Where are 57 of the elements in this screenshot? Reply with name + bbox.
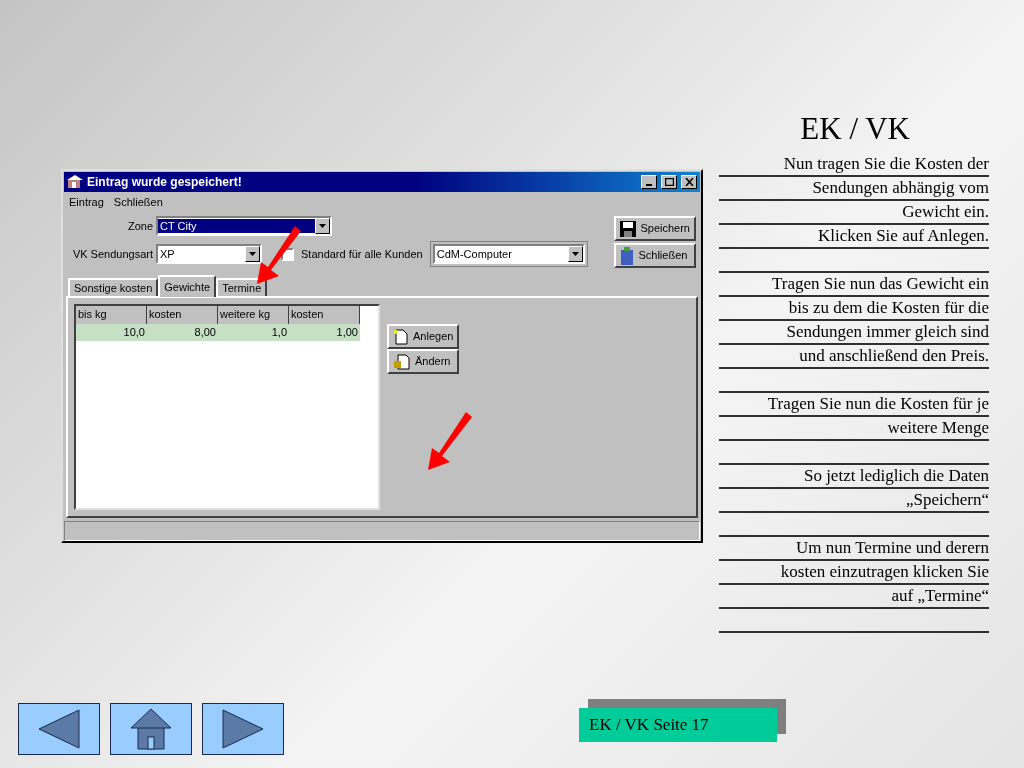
table-cell-text: 1,0 [270, 325, 288, 340]
close-button[interactable]: Schließen [614, 243, 696, 268]
instruction-line: Sendungen abhängig vom [719, 177, 989, 201]
maximize-icon[interactable] [661, 175, 677, 189]
close-icon[interactable] [681, 175, 697, 189]
window-title: Eintrag wurde gespeichert! [87, 174, 243, 191]
tab[interactable]: Sonstige kosten [68, 278, 159, 296]
field-label: VK Sendungsart [71, 246, 153, 262]
instruction-line: Tragen Sie nun das Gewicht ein [719, 273, 989, 297]
create-button[interactable]: Anlegen [387, 324, 460, 349]
edit-button[interactable]: Ändern [387, 349, 460, 374]
table-cell-text: 8,00 [193, 325, 217, 340]
instruction-line: auf „Termine“ [719, 585, 989, 609]
column-header[interactable]: kosten [289, 306, 360, 324]
table-cell-text: 1,00 [335, 325, 359, 340]
left-triangle-icon [38, 709, 80, 749]
menu-item[interactable]: Eintrag [69, 193, 104, 211]
instruction-line: Tragen Sie nun die Kosten für je [719, 393, 989, 417]
door-icon [620, 246, 635, 265]
instruction-line: Nun tragen Sie die Kosten der [719, 153, 989, 177]
next-button[interactable] [202, 703, 284, 755]
menu-item[interactable]: Schließen [113, 193, 163, 211]
right-triangle-icon [222, 709, 264, 749]
instruction-line: „Speichern“ [719, 489, 989, 513]
home-button[interactable] [110, 703, 192, 755]
instruction-line: und anschließend den Preis. [719, 345, 989, 369]
pointer-arrow [426, 410, 472, 472]
column-header[interactable]: kosten [147, 306, 218, 324]
table-cell-text: 10,0 [122, 325, 146, 340]
checkbox-label: Standard für alle Kunden [301, 246, 423, 262]
zone-dropdown[interactable]: CT City [156, 216, 332, 236]
instruction-line: weitere Menge [719, 417, 989, 441]
instruction-line: Klicken Sie auf Anlegen. [719, 225, 989, 249]
tab[interactable]: Termine [216, 278, 268, 296]
app-icon [67, 175, 83, 189]
field-label: Zone [126, 218, 153, 234]
instruction-line: kosten einzutragen klicken Sie [719, 561, 989, 585]
slide-title: EK / VK [800, 110, 910, 148]
save-button[interactable]: Speichern [614, 216, 696, 241]
column-header[interactable]: weitere kg [218, 306, 289, 324]
column-header[interactable]: bis kg [76, 306, 147, 324]
page-label: EK / VK Seite 17 [579, 708, 777, 742]
instruction-line: bis zu dem die Kosten für die [719, 297, 989, 321]
edit-document-icon [393, 353, 411, 370]
customer-dropdown[interactable]: CdM-Computer [432, 244, 585, 264]
instruction-line: Sendungen immer gleich sind [719, 321, 989, 345]
minimize-icon[interactable] [641, 175, 657, 189]
sendungsart-dropdown[interactable]: XP [156, 244, 262, 264]
instruction-line: Gewicht ein. [719, 201, 989, 225]
instruction-line: So jetzt lediglich die Daten [719, 465, 989, 489]
new-document-icon [393, 328, 409, 345]
previous-button[interactable] [18, 703, 100, 755]
tab[interactable]: Gewichte [158, 275, 217, 297]
pointer-arrow [255, 224, 301, 286]
house-icon [130, 708, 172, 750]
table-row[interactable]: 10,0 8,00 1,0 1,00 [76, 324, 360, 341]
instruction-line: Um nun Termine und derern [719, 537, 989, 561]
